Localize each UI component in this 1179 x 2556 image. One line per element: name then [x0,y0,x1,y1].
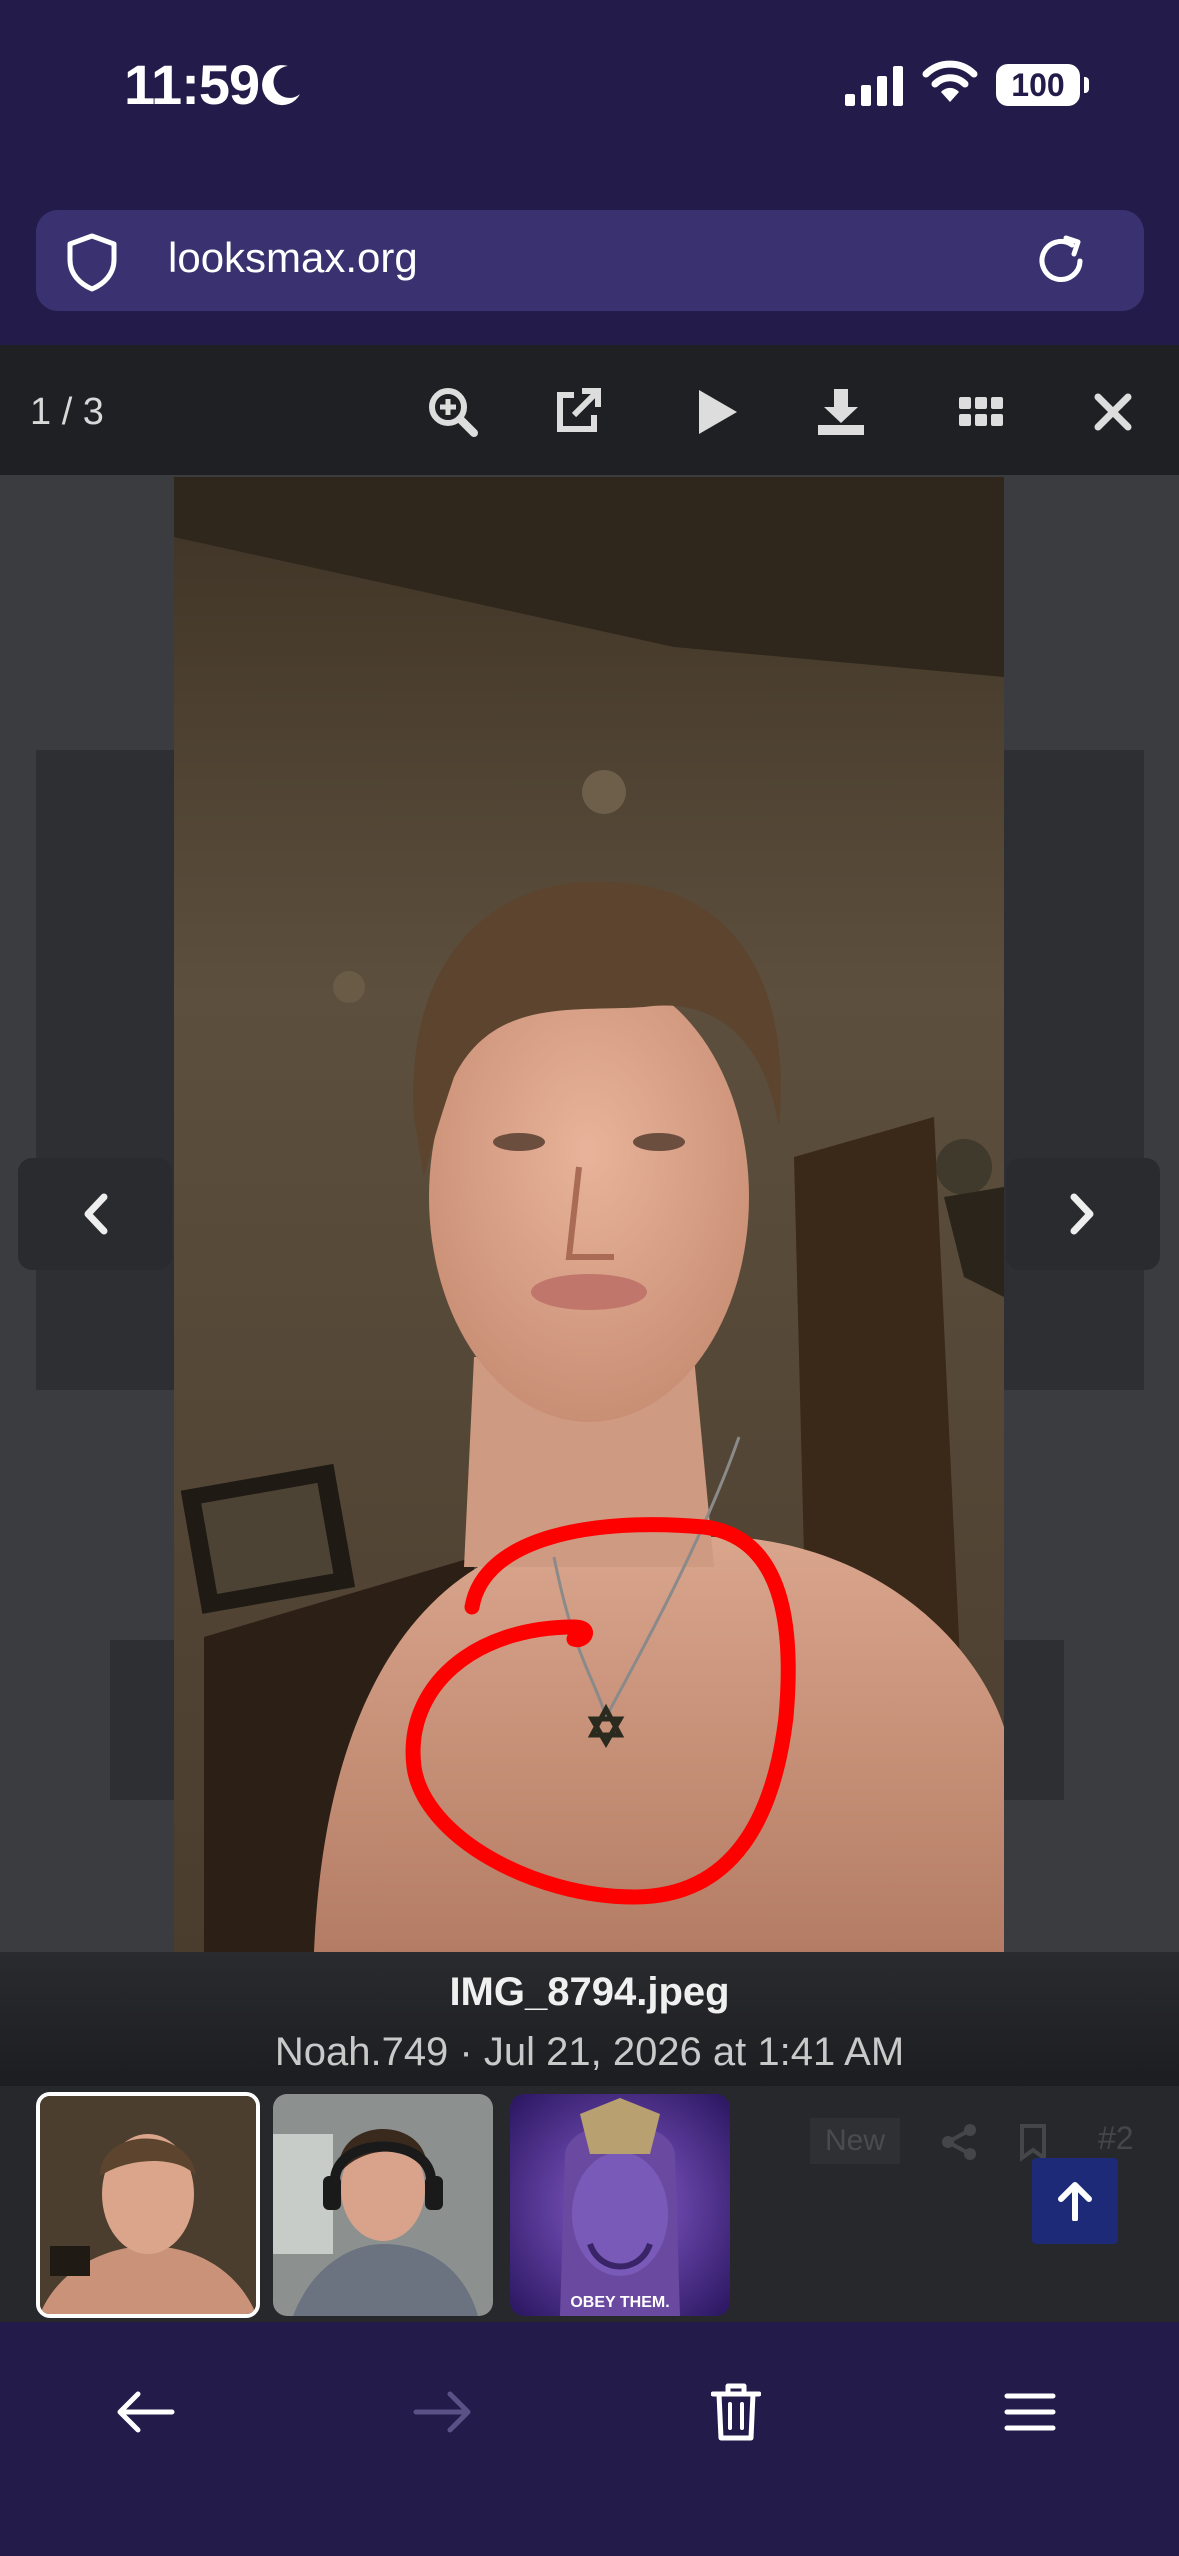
menu-icon [1004,2393,1056,2431]
thumbnail-caption: OBEY THEM. [570,2294,670,2311]
chevron-right-icon [1070,1193,1094,1235]
wifi-icon [922,60,978,102]
browser-bottom-bar [0,2322,1179,2556]
trash-icon [711,2383,761,2441]
thumbnail-image [273,2094,493,2316]
scroll-to-top-button[interactable] [1032,2158,1118,2244]
reload-icon[interactable] [1032,232,1090,290]
thumbnail-1[interactable] [36,2092,260,2318]
back-arrow-icon [117,2391,175,2433]
arrow-up-icon [1058,2182,1092,2221]
play-slideshow-button[interactable] [682,377,752,447]
image-filename: IMG_8794.jpeg [449,1970,730,2014]
url-bar[interactable]: looksmax.org [36,210,1144,311]
image-counter: 1 / 3 [30,391,104,433]
selfie-photo-illustration [174,477,1004,1952]
menu-button[interactable] [980,2362,1080,2462]
new-badge: New [810,2118,900,2164]
cellular-signal-icon [845,66,903,106]
back-button[interactable] [96,2362,196,2462]
moon-icon [262,65,300,106]
chevron-left-icon [84,1193,108,1235]
battery-indicator: 100 [996,64,1089,106]
url-text[interactable]: looksmax.org [168,234,418,282]
open-external-icon [557,388,601,432]
thumbnail-2[interactable] [273,2094,493,2316]
thumbnail-strip: OBEY THEM. New #2 [0,2086,1179,2322]
download-button[interactable] [806,377,876,447]
thumbnail-image [510,2094,730,2316]
blurred-content [1004,750,1144,1390]
grid-icon [959,397,1003,426]
post-number: #2 [1098,2120,1134,2156]
image-meta: Noah.749 · Jul 21, 2026 at 1:41 AM [274,2030,905,2074]
play-icon [699,390,737,434]
blurred-content [36,750,176,1390]
thumbnails-grid-button[interactable] [946,377,1016,447]
thumbnail-3[interactable]: OBEY THEM. [510,2094,730,2316]
close-icon [1094,393,1132,431]
bookmark-icon [1020,2124,1046,2162]
share-icon [942,2124,976,2160]
download-icon [818,389,864,435]
forward-button[interactable] [392,2362,492,2462]
image-caption: IMG_8794.jpeg Noah.749 · Jul 21, 2026 at… [0,1952,1179,2086]
main-image[interactable] [174,477,1004,1952]
open-external-button[interactable] [542,377,612,447]
previous-image-button[interactable] [18,1158,172,1270]
thumbnail-image [40,2096,256,2314]
forward-arrow-icon [413,2391,471,2433]
viewer-toolbar: 1 / 3 [0,345,1179,475]
next-image-button[interactable] [1006,1158,1160,1270]
blurred-content [1004,1640,1064,1800]
status-bar: 11:59 100 [0,0,1179,175]
shield-icon[interactable] [64,232,120,292]
blurred-content [110,1640,180,1800]
close-viewer-button[interactable] [1078,377,1148,447]
status-time: 11:59 [124,53,260,116]
delete-button[interactable] [686,2362,786,2462]
zoom-in-icon [429,388,478,437]
zoom-in-button[interactable] [418,377,488,447]
